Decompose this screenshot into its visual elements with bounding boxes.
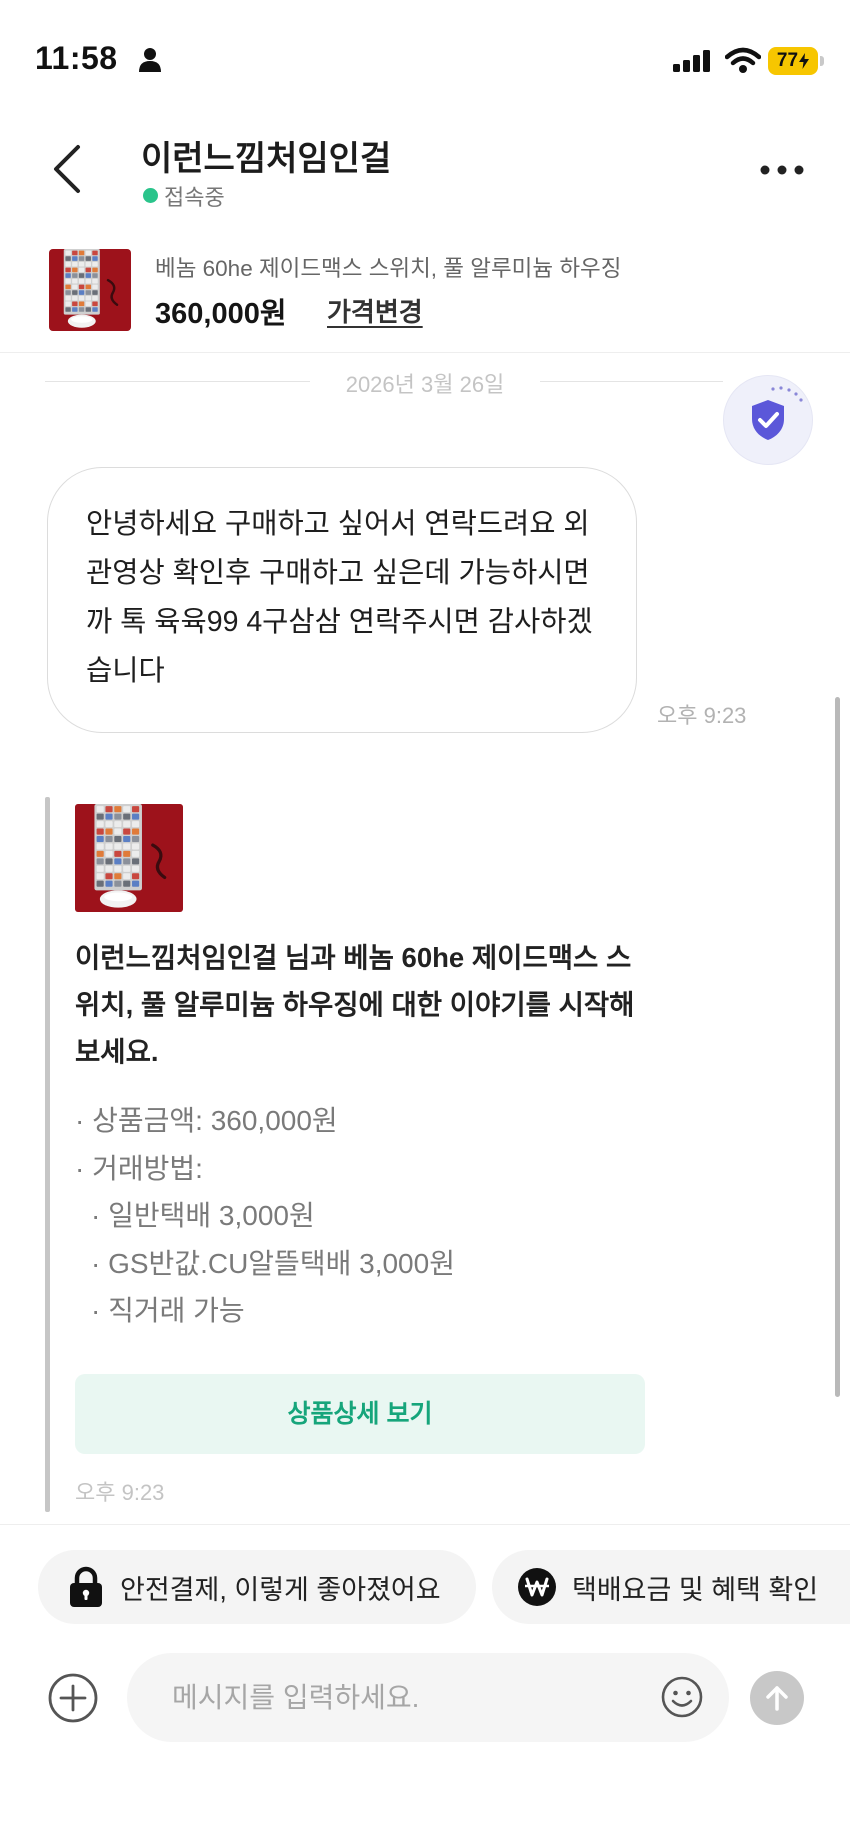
online-status-text: 접속중	[164, 185, 225, 210]
composer-divider	[0, 1524, 850, 1525]
date-divider-right	[540, 381, 723, 382]
detail-trade-option: · 일반택배 3,000원	[91, 1200, 315, 1231]
header-divider	[0, 352, 850, 353]
chevron-left-icon[interactable]	[50, 143, 84, 195]
system-card-accent-bar	[45, 797, 50, 1512]
person-icon	[139, 48, 161, 72]
message-timestamp: 오후 9:23	[657, 703, 747, 728]
price-change-link[interactable]: 가격변경	[327, 292, 423, 329]
status-time: 11:58	[35, 40, 118, 76]
bolt-icon	[799, 53, 810, 69]
system-card-details: · 상품금액: 360,000원 · 거래방법: · 일반택배 3,000원 ·…	[75, 1097, 675, 1335]
product-price: 360,000원	[155, 298, 287, 330]
wifi-icon	[725, 47, 761, 73]
system-card-product-image[interactable]	[75, 804, 183, 912]
battery-cap	[820, 56, 824, 66]
online-status-dot	[143, 188, 158, 203]
lock-icon	[68, 1566, 104, 1608]
incoming-message-bubble[interactable]: 안녕하세요 구매하고 싶어서 연락드려요 외관영상 확인후 구매하고 싶은데 가…	[47, 467, 637, 733]
signal-icon	[673, 50, 710, 72]
product-title[interactable]: 베놈 60he 제이드맥스 스위치, 풀 알루미늄 하우징	[155, 251, 621, 283]
won-icon	[518, 1568, 556, 1606]
chat-partner-name: 이런느낌처임인걸	[141, 140, 392, 178]
safe-payment-chip[interactable]: 안전결제, 이렇게 좋아졌어요	[38, 1550, 476, 1624]
date-divider-left	[45, 381, 310, 382]
detail-price: · 상품금액: 360,000원	[75, 1105, 338, 1136]
more-horizontal-icon[interactable]	[758, 163, 806, 177]
detail-trade-option: · GS반값.CU알뜰택배 3,000원	[91, 1247, 455, 1279]
detail-trade-option: · 직거래 가능	[91, 1295, 245, 1326]
system-card-timestamp: 오후 9:23	[75, 1480, 165, 1505]
plus-circle-icon[interactable]	[47, 1672, 99, 1724]
shipping-fee-chip[interactable]: 택배요금 및 혜택 확인	[492, 1550, 850, 1624]
system-card-intro: 이런느낌처임인걸 님과 베놈 60he 제이드맥스 스위치, 풀 알루미늄 하우…	[75, 942, 635, 1067]
chat-scrollbar[interactable]	[835, 697, 840, 1397]
view-product-detail-button[interactable]: 상품상세 보기	[75, 1374, 645, 1454]
detail-trade-method: · 거래방법:	[75, 1152, 203, 1184]
safe-payment-chip-label: 안전결제, 이렇게 좋아졌어요	[120, 1574, 441, 1605]
send-button[interactable]	[750, 1671, 804, 1725]
loading-dots-icon	[771, 386, 803, 402]
date-separator: 2026년 3월 26일	[345, 372, 505, 397]
product-thumbnail[interactable]	[49, 249, 131, 331]
message-input-container	[127, 1653, 729, 1742]
quick-action-chips: 안전결제, 이렇게 좋아졌어요 택배요금 및 혜택 확인	[0, 1550, 850, 1624]
battery-charging-icon: 77	[768, 47, 818, 75]
shipping-fee-chip-label: 택배요금 및 혜택 확인	[572, 1574, 819, 1605]
battery-level: 77	[776, 50, 799, 71]
smile-icon[interactable]	[660, 1675, 704, 1719]
message-input[interactable]	[127, 1653, 637, 1742]
arrow-up-icon	[766, 1686, 788, 1711]
